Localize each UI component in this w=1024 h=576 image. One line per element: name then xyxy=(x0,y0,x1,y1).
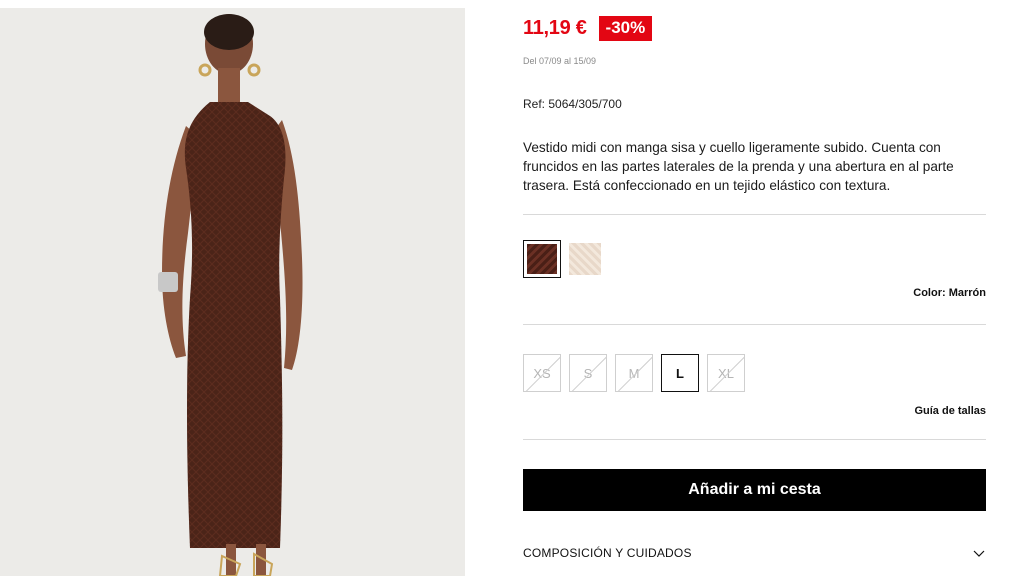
color-swatch-brown[interactable] xyxy=(523,240,561,278)
color-name: Marrón xyxy=(948,287,986,299)
color-label: Color: Marrón xyxy=(913,287,986,299)
size-guide-link[interactable]: Guía de tallas xyxy=(914,405,986,417)
divider xyxy=(523,439,986,440)
divider xyxy=(523,214,986,215)
size-label: L xyxy=(676,365,684,381)
product-image[interactable] xyxy=(0,8,465,576)
price-row: 11,19 € -30% xyxy=(523,16,653,41)
color-swatch-beige[interactable] xyxy=(566,240,604,278)
size-label: XS xyxy=(533,365,551,381)
divider xyxy=(523,324,986,325)
size-option-m[interactable]: M xyxy=(615,354,653,392)
size-label: S xyxy=(583,365,593,381)
promo-dates: Del 07/09 al 15/09 xyxy=(523,56,597,66)
size-option-xs[interactable]: XS xyxy=(523,354,561,392)
product-description: Vestido midi con manga sisa y cuello lig… xyxy=(523,140,954,193)
model-photo xyxy=(0,8,465,576)
price: 11,19 € xyxy=(523,17,587,39)
size-label: M xyxy=(628,365,640,381)
size-option-xl[interactable]: XL xyxy=(707,354,745,392)
size-option-s[interactable]: S xyxy=(569,354,607,392)
chevron-down-icon xyxy=(973,550,985,557)
add-to-cart-button[interactable]: Añadir a mi cesta xyxy=(523,469,986,511)
size-label: XL xyxy=(718,365,734,381)
size-option-l[interactable]: L xyxy=(661,354,699,392)
product-reference: Ref: 5064/305/700 xyxy=(523,97,622,111)
composition-accordion-label: COMPOSICIÓN Y CUIDADOS xyxy=(523,546,692,560)
composition-accordion[interactable]: COMPOSICIÓN Y CUIDADOS xyxy=(523,540,986,566)
color-label-prefix: Color: xyxy=(913,287,946,299)
discount-badge: -30% xyxy=(598,16,653,41)
